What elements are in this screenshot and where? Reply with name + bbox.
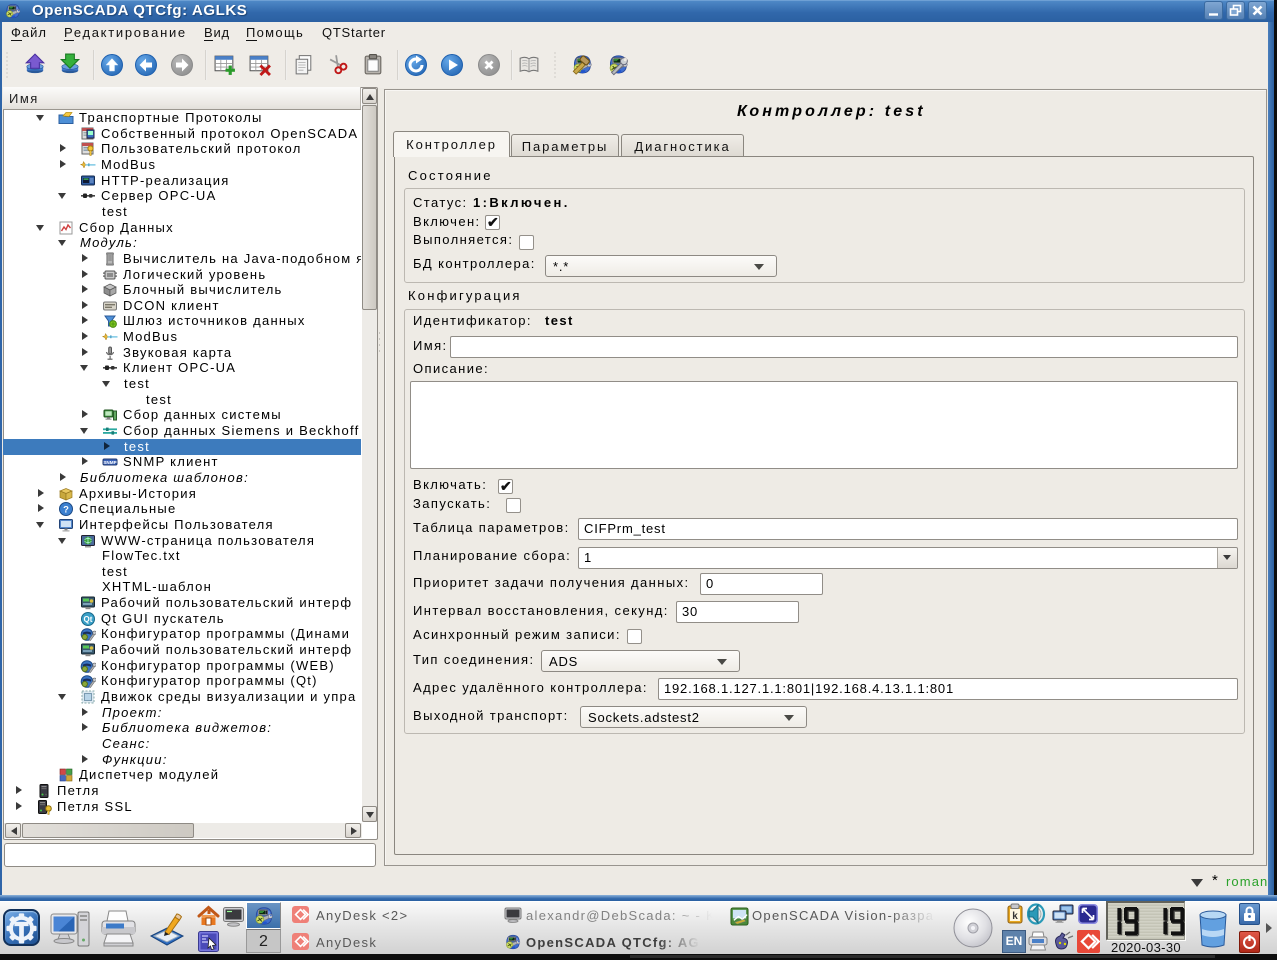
svg-text:SNMP: SNMP <box>103 460 116 465</box>
svg-text:?: ? <box>63 505 69 516</box>
svg-text:k: k <box>1012 911 1018 922</box>
svg-text:Qt: Qt <box>84 615 93 624</box>
